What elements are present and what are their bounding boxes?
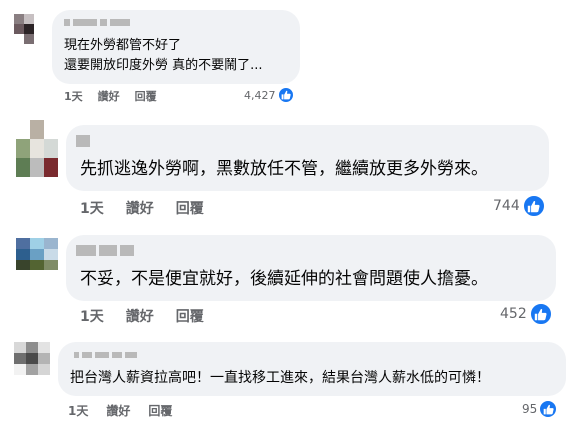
comment-text: 先抓逃逸外勞啊，黑數放任不管，繼續放更多外勞來。: [80, 159, 488, 179]
avatar[interactable]: [16, 238, 58, 270]
comment-actions: 1天 讚好 回覆: [80, 306, 204, 326]
avatar-pixel: [14, 24, 24, 34]
reaction-count-value: 744: [493, 198, 520, 214]
avatar-pixel: [30, 238, 44, 249]
avatar-pixel: [34, 34, 44, 44]
comment-actions: 1天 讚好 回覆: [80, 198, 204, 218]
reaction-count[interactable]: 95: [522, 399, 559, 419]
avatar-pixel: [14, 34, 24, 44]
avatar-pixel: [16, 249, 30, 260]
comment-bubble: 不妥，不是便宜就好，後續延伸的社會問題使人擔憂。: [66, 235, 556, 301]
avatar-pixel: [16, 139, 30, 158]
comment-time[interactable]: 1天: [64, 88, 83, 104]
avatar-pixel: [38, 364, 50, 375]
comment-time[interactable]: 1天: [80, 306, 104, 326]
avatar-pixel: [26, 364, 38, 375]
like-icon: [528, 302, 553, 326]
like-icon: [276, 86, 295, 104]
avatar-pixel: [24, 24, 34, 34]
avatar-pixel: [14, 364, 26, 375]
avatar-pixel: [30, 260, 44, 270]
avatar-pixel: [16, 158, 30, 177]
reaction-count-value: 4,427: [244, 88, 276, 102]
comment: 先抓逃逸外勞啊，黑數放任不管，繼續放更多外勞來。 1天 讚好 回覆 744: [0, 110, 581, 222]
reply-button[interactable]: 回覆: [176, 306, 204, 326]
avatar[interactable]: [16, 120, 58, 177]
avatar-pixel: [26, 353, 38, 364]
avatar-pixel: [30, 158, 44, 177]
comment-text: 把台灣人薪資拉高吧！一直找移工進來，結果台灣人薪水低的可憐！: [70, 370, 490, 386]
avatar-pixel: [44, 158, 58, 177]
avatar-pixel: [38, 353, 50, 364]
avatar-pixel: [16, 120, 30, 139]
avatar-pixel: [44, 260, 58, 270]
comment: 現在外勞都管不好了 還要開放印度外勞 真的不要鬧了... 1天 讚好 回覆 4,…: [0, 0, 581, 110]
author-name-redacted[interactable]: [64, 19, 130, 26]
avatar-pixel: [30, 120, 44, 139]
reply-button[interactable]: 回覆: [148, 402, 172, 419]
avatar-pixel: [26, 342, 38, 353]
reaction-count-value: 452: [500, 306, 527, 322]
comment-actions: 1天 讚好 回覆: [64, 88, 157, 104]
avatar-pixel: [34, 14, 44, 24]
comment-bubble: 先抓逃逸外勞啊，黑數放任不管，繼續放更多外勞來。: [66, 125, 549, 191]
avatar-pixel: [16, 238, 30, 249]
avatar-pixel: [44, 120, 58, 139]
avatar-pixel: [34, 24, 44, 34]
author-name-redacted[interactable]: [74, 352, 137, 358]
comment-bubble: 把台灣人薪資拉高吧！一直找移工進來，結果台灣人薪水低的可憐！: [58, 342, 566, 396]
like-button[interactable]: 讚好: [106, 402, 130, 419]
avatar-pixel: [14, 353, 26, 364]
comment: 把台灣人薪資拉高吧！一直找移工進來，結果台灣人薪水低的可憐！ 1天 讚好 回覆 …: [0, 334, 581, 422]
reaction-count[interactable]: 4,427: [244, 86, 295, 104]
reaction-count-value: 95: [522, 402, 538, 416]
avatar-pixel: [14, 14, 24, 24]
avatar-pixel: [24, 34, 34, 44]
author-name-redacted[interactable]: [76, 245, 134, 256]
like-button[interactable]: 讚好: [126, 306, 154, 326]
author-name-redacted[interactable]: [76, 135, 90, 147]
avatar-pixel: [44, 249, 58, 260]
comment-text: 不妥，不是便宜就好，後續延伸的社會問題使人擔憂。: [80, 269, 488, 289]
reply-button[interactable]: 回覆: [176, 198, 204, 218]
reaction-count[interactable]: 744: [493, 194, 546, 218]
comment: 不妥，不是便宜就好，後續延伸的社會問題使人擔憂。 1天 讚好 回覆 452: [0, 222, 581, 334]
like-icon: [538, 399, 559, 419]
reaction-count[interactable]: 452: [500, 302, 553, 326]
like-button[interactable]: 讚好: [98, 88, 120, 104]
reply-button[interactable]: 回覆: [135, 88, 157, 104]
avatar-pixel: [16, 260, 30, 270]
comment-text: 現在外勞都管不好了 還要開放印度外勞 真的不要鬧了...: [64, 38, 263, 73]
avatar-pixel: [44, 139, 58, 158]
comment-time[interactable]: 1天: [80, 198, 104, 218]
avatar-pixel: [38, 342, 50, 353]
comment-bubble: 現在外勞都管不好了 還要開放印度外勞 真的不要鬧了...: [52, 10, 300, 84]
avatar-pixel: [14, 342, 26, 353]
comment-actions: 1天 讚好 回覆: [68, 402, 172, 419]
avatar-pixel: [44, 238, 58, 249]
comment-time[interactable]: 1天: [68, 402, 88, 419]
avatar[interactable]: [14, 342, 50, 375]
like-icon: [521, 194, 546, 218]
avatar-pixel: [30, 249, 44, 260]
avatar[interactable]: [14, 14, 44, 44]
avatar-pixel: [24, 14, 34, 24]
like-button[interactable]: 讚好: [126, 198, 154, 218]
avatar-pixel: [30, 139, 44, 158]
